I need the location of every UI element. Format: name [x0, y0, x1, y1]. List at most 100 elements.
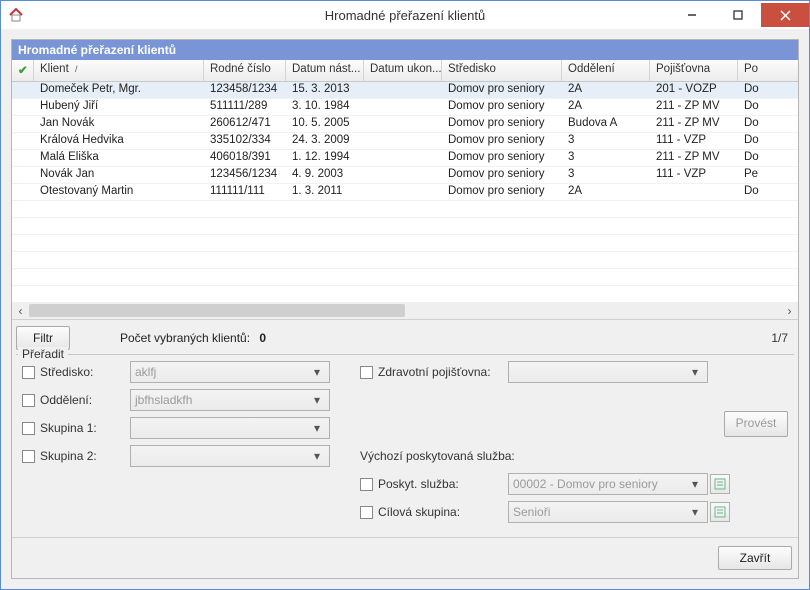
col-rodne[interactable]: Rodné číslo	[204, 60, 286, 81]
stredisko-label: Středisko:	[40, 365, 130, 379]
stredisko-checkbox[interactable]	[22, 366, 35, 379]
table-row[interactable]: Malá Eliška406018/3911. 12. 1994Domov pr…	[12, 150, 798, 167]
cell-oddeleni: 2A	[562, 99, 650, 115]
col-klient[interactable]: Klient /	[34, 60, 204, 81]
cell-po: Do	[738, 133, 768, 149]
table-row-empty	[12, 218, 798, 235]
client-grid: ✔ Klient / Rodné číslo Datum nást... Dat…	[12, 60, 798, 320]
titlebar: Hromadné přeřazení klientů	[1, 1, 809, 29]
cell-nast: 24. 3. 2009	[286, 133, 364, 149]
count-label-text: Počet vybraných klientů:	[120, 331, 250, 345]
cilova-lookup-button[interactable]	[710, 502, 730, 522]
cell-oddeleni: Budova A	[562, 116, 650, 132]
scroll-right-icon[interactable]: ›	[781, 302, 798, 319]
vychozi-label: Výchozí poskytovaná služba:	[360, 449, 730, 463]
table-row[interactable]: Králová Hedvika335102/33424. 3. 2009Domo…	[12, 133, 798, 150]
col-stredisko[interactable]: Středisko	[442, 60, 562, 81]
cell-ukon	[364, 150, 442, 166]
table-row[interactable]: Hubený Jiří511111/2893. 10. 1984Domov pr…	[12, 99, 798, 116]
poskyt-combo[interactable]: 00002 - Domov pro seniory ▾	[508, 473, 708, 495]
cell-po: Do	[738, 150, 768, 166]
grid-header: ✔ Klient / Rodné číslo Datum nást... Dat…	[12, 60, 798, 82]
toolbar: Filtr Počet vybraných klientů: 0 1/7	[12, 320, 798, 352]
skupina1-label: Skupina 1:	[40, 421, 130, 435]
chevron-down-icon: ▾	[687, 365, 703, 379]
poskyt-lookup-button[interactable]	[710, 474, 730, 494]
cell-check	[12, 116, 34, 132]
cell-pojistovna: 211 - ZP MV	[650, 116, 738, 132]
cell-oddeleni: 2A	[562, 184, 650, 200]
col-po[interactable]: Po	[738, 60, 768, 81]
cell-po: Do	[738, 82, 768, 98]
skupina2-combo[interactable]: ▾	[130, 445, 330, 467]
cell-nast: 4. 9. 2003	[286, 167, 364, 183]
lookup-icon	[714, 506, 726, 518]
col-pojistovna[interactable]: Pojišťovna	[650, 60, 738, 81]
cell-check	[12, 150, 34, 166]
cell-pojistovna: 211 - ZP MV	[650, 150, 738, 166]
col-nast[interactable]: Datum nást...	[286, 60, 364, 81]
app-icon	[7, 6, 25, 24]
skupina2-label: Skupina 2:	[40, 449, 130, 463]
cell-check	[12, 133, 34, 149]
fieldset-legend: Přeřadit	[18, 347, 68, 361]
chevron-down-icon: ▾	[309, 393, 325, 407]
skupina2-checkbox[interactable]	[22, 450, 35, 463]
cell-nast: 3. 10. 1984	[286, 99, 364, 115]
cilova-checkbox[interactable]	[360, 506, 373, 519]
cell-stredisko: Domov pro seniory	[442, 167, 562, 183]
col-ukon[interactable]: Datum ukon...	[364, 60, 442, 81]
oddeleni-combo[interactable]: jbfhsladkfh ▾	[130, 389, 330, 411]
horizontal-scrollbar[interactable]: ‹ ›	[12, 302, 798, 319]
window-buttons	[669, 3, 809, 27]
count-value: 0	[259, 331, 266, 345]
table-row-empty	[12, 235, 798, 252]
cell-check	[12, 99, 34, 115]
cilova-value: Senioři	[513, 505, 550, 519]
cell-oddeleni: 3	[562, 167, 650, 183]
minimize-button[interactable]	[669, 3, 715, 27]
table-row[interactable]: Otestovaný Martin111111/1111. 3. 2011Dom…	[12, 184, 798, 201]
cell-stredisko: Domov pro seniory	[442, 116, 562, 132]
col-oddeleni[interactable]: Oddělení	[562, 60, 650, 81]
cell-pojistovna: 111 - VZP	[650, 167, 738, 183]
table-row[interactable]: Novák Jan123456/12344. 9. 2003Domov pro …	[12, 167, 798, 184]
cell-rodne: 123458/1234	[204, 82, 286, 98]
cell-rodne: 511111/289	[204, 99, 286, 115]
stredisko-combo[interactable]: aklfj ▾	[130, 361, 330, 383]
cell-oddeleni: 3	[562, 133, 650, 149]
skupina1-checkbox[interactable]	[22, 422, 35, 435]
cell-po: Do	[738, 116, 768, 132]
poskyt-checkbox[interactable]	[360, 478, 373, 491]
pager: 1/7	[771, 331, 788, 345]
zdrav-checkbox[interactable]	[360, 366, 373, 379]
table-row-empty	[12, 201, 798, 218]
chevron-down-icon: ▾	[687, 505, 703, 519]
stredisko-value: aklfj	[135, 365, 156, 379]
zdrav-combo[interactable]: ▾	[508, 361, 708, 383]
table-row[interactable]: Domeček Petr, Mgr.123458/123415. 3. 2013…	[12, 82, 798, 99]
oddeleni-checkbox[interactable]	[22, 394, 35, 407]
cell-stredisko: Domov pro seniory	[442, 99, 562, 115]
scroll-left-icon[interactable]: ‹	[12, 302, 29, 319]
table-row-empty	[12, 286, 798, 302]
scroll-thumb[interactable]	[29, 304, 405, 317]
cilova-combo[interactable]: Senioři ▾	[508, 501, 708, 523]
close-button[interactable]	[761, 3, 809, 27]
footer: Zavřít	[12, 537, 798, 578]
close-dialog-button[interactable]: Zavřít	[718, 546, 792, 570]
chevron-down-icon: ▾	[309, 449, 325, 463]
cell-klient: Otestovaný Martin	[34, 184, 204, 200]
col-check[interactable]: ✔	[12, 60, 34, 81]
provest-button[interactable]: Provést	[724, 411, 788, 437]
cell-ukon	[364, 133, 442, 149]
cell-nast: 15. 3. 2013	[286, 82, 364, 98]
cell-ukon	[364, 116, 442, 132]
table-row[interactable]: Jan Novák260612/47110. 5. 2005Domov pro …	[12, 116, 798, 133]
skupina1-combo[interactable]: ▾	[130, 417, 330, 439]
scroll-track[interactable]	[29, 302, 781, 319]
cell-klient: Jan Novák	[34, 116, 204, 132]
grid-body[interactable]: Domeček Petr, Mgr.123458/123415. 3. 2013…	[12, 82, 798, 302]
maximize-button[interactable]	[715, 3, 761, 27]
check-icon: ✔	[18, 65, 28, 77]
